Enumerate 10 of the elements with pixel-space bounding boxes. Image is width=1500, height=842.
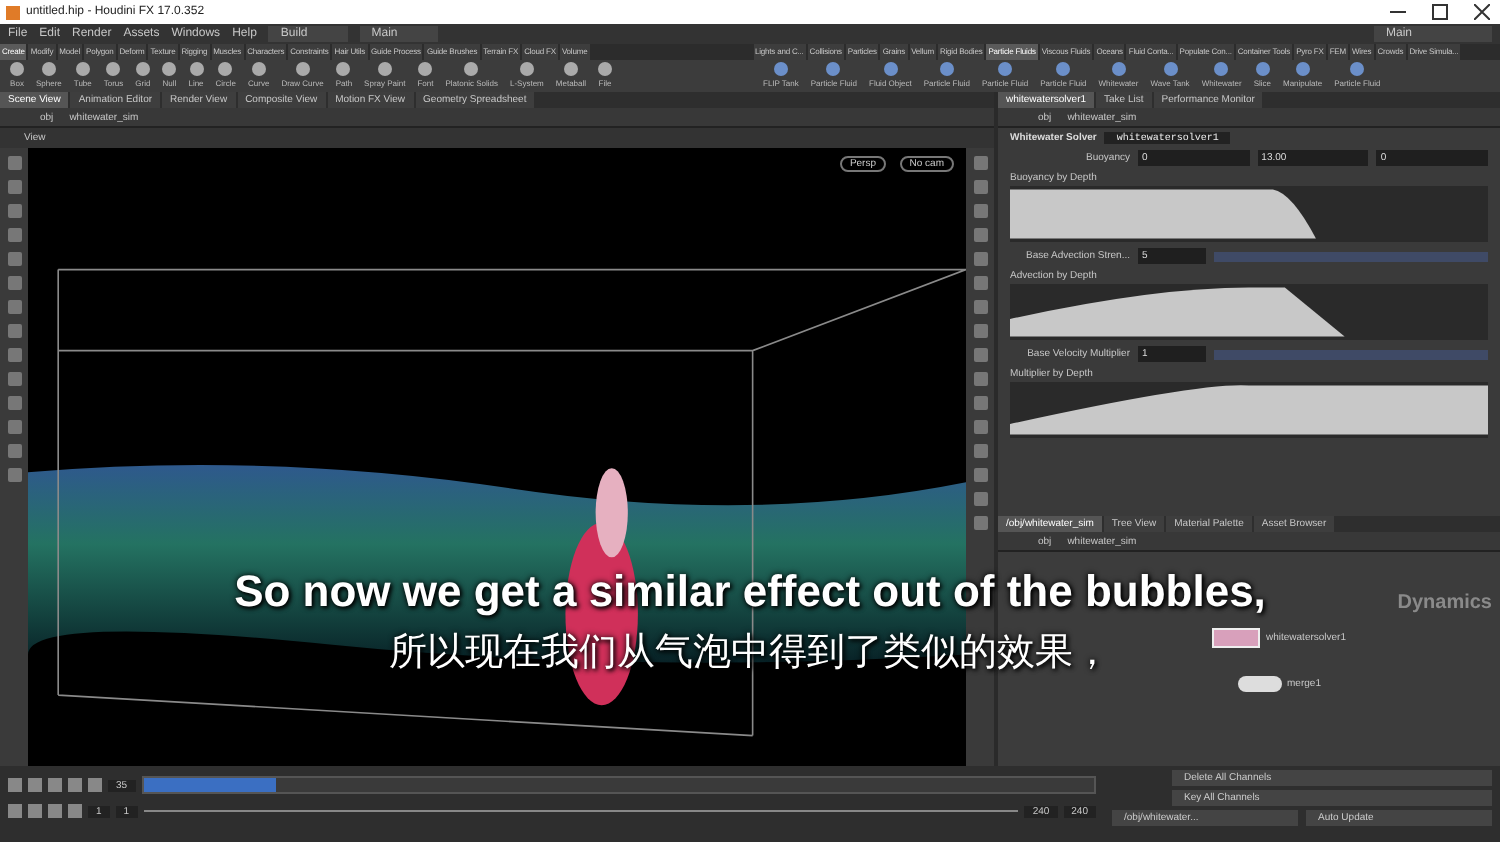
ramp-editor[interactable] bbox=[1010, 382, 1488, 438]
network-node[interactable] bbox=[1211, 627, 1260, 647]
timeline-ruler[interactable] bbox=[141, 776, 1096, 794]
slider-track[interactable] bbox=[1214, 251, 1488, 261]
app-icon bbox=[6, 5, 20, 19]
context-label: Dynamics bbox=[1397, 592, 1492, 614]
ramp-editor[interactable] bbox=[1010, 186, 1488, 242]
network-node[interactable] bbox=[1237, 675, 1282, 691]
ramp-editor[interactable] bbox=[1010, 284, 1488, 340]
slider-track[interactable] bbox=[1214, 349, 1488, 359]
